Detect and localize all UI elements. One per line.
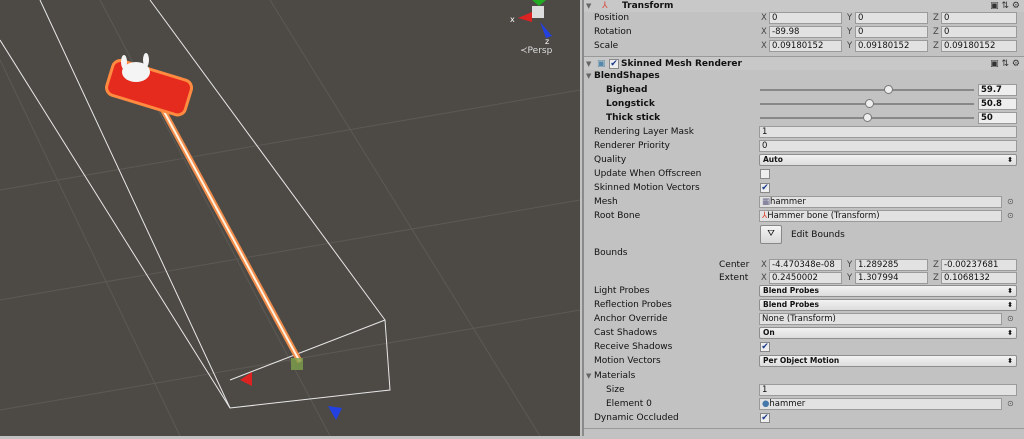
update-offscreen-checkbox[interactable] <box>760 169 770 179</box>
reflection-probes-dropdown[interactable]: Blend Probes <box>759 299 1017 311</box>
blendshape-slider[interactable] <box>760 85 974 94</box>
materials-foldout[interactable]: ▼ Materials <box>584 369 1024 383</box>
object-picker-icon[interactable]: ⊙ <box>1007 397 1014 411</box>
dynamic-occluded-row: Dynamic Occluded ✔ <box>594 413 770 423</box>
blendshape-row: Bighead 59.7 <box>584 83 1024 97</box>
slider-knob[interactable] <box>883 85 893 94</box>
foldout-icon: ▼ <box>586 72 592 80</box>
rendering-layer-mask-field[interactable]: 1 <box>759 126 1017 138</box>
scale-x[interactable]: 0.09180152 <box>769 40 842 52</box>
blendshape-value[interactable]: 59.7 <box>978 84 1017 96</box>
rendering-layer-mask-row: Rendering Layer Mask 1 <box>584 125 1024 139</box>
divider <box>584 428 1024 429</box>
root-bone-row: Root Bone ⅄Hammer bone (Transform) ⊙ <box>594 209 1014 223</box>
inspector: ▼ ⅄ Transform ▣ ⇅ ⚙ Position X0 Y0 Z0 Ro… <box>582 0 1024 436</box>
position-z[interactable]: 0 <box>941 12 1017 24</box>
extent-x[interactable]: 0.2450002 <box>769 272 842 284</box>
renderer-priority-field[interactable]: 0 <box>759 140 1017 152</box>
slider-knob[interactable] <box>863 113 872 122</box>
blendshape-name: Longstick <box>606 99 655 109</box>
edit-bounds-row: ⛛ Edit Bounds <box>584 225 1024 245</box>
receive-shadows-checkbox[interactable]: ✔ <box>760 342 770 352</box>
gizmo-x-label: x <box>510 15 515 24</box>
anchor-override-field[interactable]: None (Transform) <box>759 313 1002 325</box>
bounds-extent-row: Extent X 0.2450002 Y 1.307994 Z 0.1068132 <box>584 271 1024 285</box>
skinned-motion-vectors-row: Skinned Motion Vectors ✔ <box>594 183 770 193</box>
material-element-row: Element 0 ●hammer ⊙ <box>606 397 1014 411</box>
motion-vectors-row: Motion Vectors Per Object Motion <box>584 354 1024 368</box>
bunny-icon <box>121 53 150 82</box>
position-y[interactable]: 0 <box>855 12 928 24</box>
gizmo-z-label: z <box>545 37 549 46</box>
position-row: Position X0 Y0 Z0 <box>584 11 1024 25</box>
bounds-center-row: Center X -4.470348e-08 Y 1.289285 Z -0.0023… <box>584 258 1024 272</box>
quality-row: Quality Auto <box>584 153 1024 167</box>
blendshape-slider[interactable] <box>760 113 974 122</box>
extent-z[interactable]: 0.1068132 <box>941 272 1017 284</box>
root-bone-field[interactable]: ⅄Hammer bone (Transform) <box>759 210 1002 222</box>
dynamic-occluded-checkbox[interactable]: ✔ <box>760 413 770 423</box>
pivot-handle <box>291 358 303 370</box>
object-picker-icon[interactable]: ⊙ <box>1007 195 1014 209</box>
blendshape-name: Bighead <box>606 85 648 95</box>
blendshape-row: Thick stick 50 <box>584 111 1024 125</box>
object-picker-icon[interactable]: ⊙ <box>1007 209 1014 223</box>
z-axis-handle <box>328 406 342 420</box>
scale-y[interactable]: 0.09180152 <box>855 40 928 52</box>
rotation-x[interactable]: -89.98 <box>769 26 842 38</box>
rotation-row: Rotation X -89.98 Y0 Z0 <box>584 25 1024 39</box>
scene-gizmo <box>518 0 552 38</box>
light-probes-dropdown[interactable]: Blend Probes <box>759 285 1017 297</box>
skinned-mesh-renderer-header[interactable]: ▼ ▣ ✔ Skinned Mesh Renderer ▣ ⇅ ⚙ <box>584 56 1024 70</box>
anchor-override-row: Anchor Override None (Transform) ⊙ <box>594 312 1014 326</box>
perspective-toggle[interactable]: ≺Persp <box>520 46 552 56</box>
center-y[interactable]: 1.289285 <box>855 259 928 271</box>
persp-icon: ≺ <box>520 46 528 56</box>
center-x[interactable]: -4.470348e-08 <box>769 259 842 271</box>
object-picker-icon[interactable]: ⊙ <box>1007 312 1014 326</box>
receive-shadows-row: Receive Shadows ✔ <box>594 342 770 352</box>
materials-size-row: Size 1 <box>584 383 1024 397</box>
scale-z[interactable]: 0.09180152 <box>941 40 1017 52</box>
renderer-priority-row: Renderer Priority 0 <box>584 139 1024 153</box>
cast-shadows-dropdown[interactable]: On <box>759 327 1017 339</box>
mesh-field[interactable]: ▦hammer <box>759 196 1002 208</box>
update-offscreen-row: Update When Offscreen <box>584 167 1024 181</box>
center-z[interactable]: -0.00237681 <box>941 259 1017 271</box>
blendshape-value[interactable]: 50.8 <box>978 98 1017 110</box>
blendshape-name: Thick stick <box>606 113 661 123</box>
blendshape-row: Longstick 50.8 <box>584 97 1024 111</box>
materials-size-field[interactable]: 1 <box>759 384 1017 396</box>
extent-y[interactable]: 1.307994 <box>855 272 928 284</box>
position-x[interactable]: 0 <box>769 12 842 24</box>
mesh-row: Mesh ▦hammer ⊙ <box>594 195 1014 209</box>
cast-shadows-row: Cast Shadows On <box>584 326 1024 340</box>
slider-knob[interactable] <box>864 99 874 108</box>
edit-bounds-button[interactable]: ⛛ <box>760 225 782 244</box>
bounds-box <box>0 0 391 409</box>
mesh-icon: ▦ <box>762 197 771 207</box>
reflection-probes-row: Reflection Probes Blend Probes <box>584 298 1024 312</box>
scene-view[interactable]: x z ≺Persp <box>0 0 581 437</box>
component-enabled-checkbox[interactable]: ✔ <box>609 59 619 69</box>
motion-vectors-dropdown[interactable]: Per Object Motion <box>759 355 1017 367</box>
scale-row: Scale X 0.09180152 Y 0.09180152 Z 0.0918015… <box>584 39 1024 53</box>
blendshape-value[interactable]: 50 <box>978 112 1017 124</box>
quality-dropdown[interactable]: Auto <box>759 154 1017 166</box>
foldout-icon: ▼ <box>586 372 592 380</box>
edit-bounds-icon: ⛛ <box>767 229 775 239</box>
scene-canvas[interactable]: x z <box>0 0 581 437</box>
light-probes-row: Light Probes Blend Probes <box>584 284 1024 298</box>
skinned-motion-vectors-checkbox[interactable]: ✔ <box>760 183 770 193</box>
blendshapes-foldout[interactable]: ▼ BlendShapes <box>584 69 1024 83</box>
blendshape-slider[interactable] <box>760 99 974 108</box>
rotation-z[interactable]: 0 <box>941 26 1017 38</box>
rotation-y[interactable]: 0 <box>855 26 928 38</box>
hammer-head <box>105 58 194 117</box>
material-element-field[interactable]: ●hammer <box>759 398 1002 410</box>
